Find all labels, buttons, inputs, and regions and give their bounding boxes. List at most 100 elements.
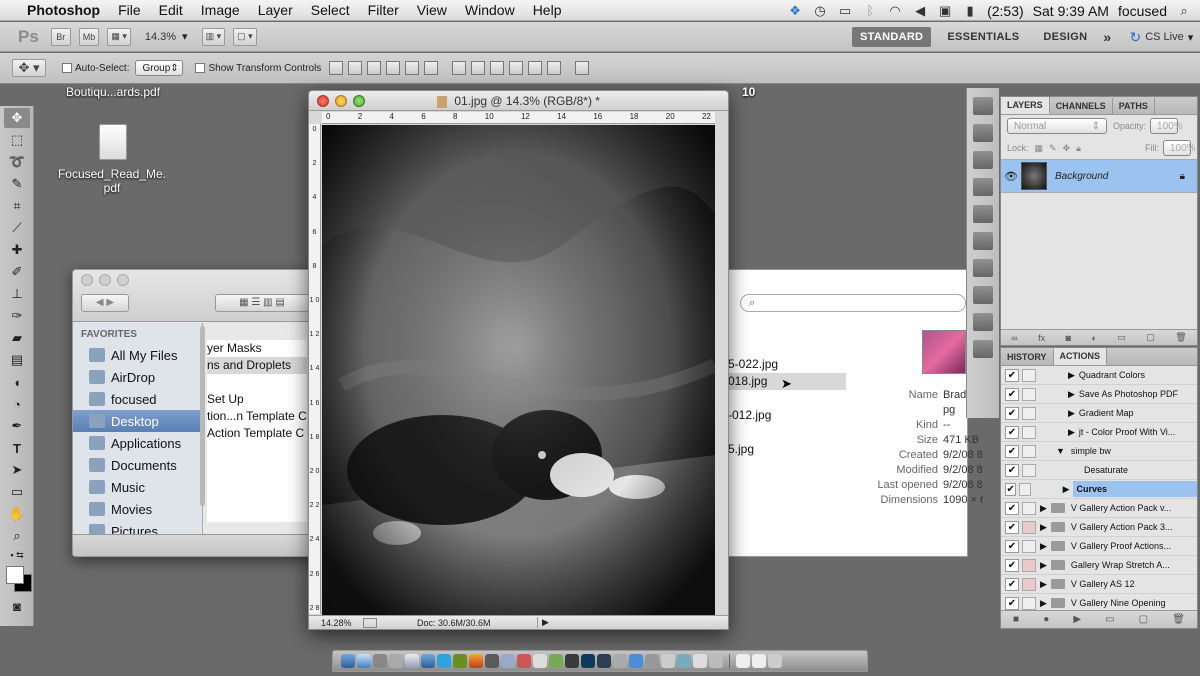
expand-arrow-icon[interactable]: ▶ [1040, 503, 1047, 514]
distribute-left-icon[interactable] [509, 61, 524, 75]
column-item[interactable]: yer Masks [207, 340, 307, 357]
blend-mode-dropdown[interactable]: Normal ⇕ [1007, 118, 1107, 134]
menu-help[interactable]: Help [524, 2, 571, 18]
dialog-toggle[interactable] [1022, 596, 1036, 610]
dock-app-icon[interactable] [421, 654, 435, 668]
dock-app-icon[interactable] [549, 654, 563, 668]
dock-trash-icon[interactable] [768, 654, 782, 668]
column-item[interactable]: Action Template C [207, 425, 307, 442]
battery-icon[interactable]: ▮ [962, 3, 978, 18]
cs-live-dropdown-icon[interactable]: ▾ [1188, 31, 1194, 44]
align-vcenter-icon[interactable] [348, 61, 363, 75]
file-row[interactable]: -012.jpg [728, 407, 846, 424]
workspace-essentials[interactable]: ESSENTIALS [939, 27, 1027, 47]
expand-arrow-icon[interactable]: ▶ [1040, 522, 1047, 533]
column-item[interactable] [207, 374, 307, 391]
dock-app-icon[interactable] [629, 654, 643, 668]
expand-arrow-icon[interactable]: ▶ [1040, 560, 1047, 571]
dock-mail-icon[interactable] [405, 654, 419, 668]
brush-tool-icon[interactable]: ✐ [4, 262, 30, 282]
sidebar-item-pictures[interactable]: Pictures [73, 520, 202, 535]
dock-firefox-icon[interactable] [469, 654, 483, 668]
toggle-checkbox[interactable]: ✔ [1005, 482, 1017, 496]
action-set-row[interactable]: ✔ ▶ V Gallery Action Pack v... [1001, 499, 1197, 518]
menu-edit[interactable]: Edit [150, 2, 192, 18]
dock-app-icon[interactable] [389, 654, 403, 668]
tab-history[interactable]: HISTORY [1001, 349, 1054, 365]
column-item[interactable]: tion...n Template C [207, 408, 307, 425]
dialog-toggle[interactable] [1022, 368, 1036, 382]
view-extras-button[interactable]: ▦ ▾ [107, 27, 131, 46]
align-left-icon[interactable] [386, 61, 401, 75]
action-row[interactable]: ✔ ▶ Quadrant Colors [1001, 366, 1197, 385]
dock-skype-icon[interactable] [437, 654, 451, 668]
display-icon[interactable]: ▭ [837, 3, 853, 18]
new-layer-icon[interactable]: ▢ [1146, 332, 1155, 343]
dock-safari-icon[interactable] [357, 654, 371, 668]
adjustments-icon[interactable] [973, 286, 993, 304]
column-item[interactable]: ns and Droplets [207, 357, 307, 374]
distribute-vcenter-icon[interactable] [471, 61, 486, 75]
show-transform-checkbox[interactable] [195, 63, 206, 73]
clone-source-icon[interactable] [973, 205, 993, 223]
distribute-right-icon[interactable] [547, 61, 562, 75]
expand-arrow-icon[interactable]: ▶ [1040, 541, 1047, 552]
spotlight-icon[interactable]: ⌕ [1176, 3, 1192, 18]
dock-app-icon[interactable] [677, 654, 691, 668]
action-set-row[interactable]: ✔ ▶ V Gallery Action Pack 3... [1001, 518, 1197, 537]
sidebar-item-all-my-files[interactable]: All My Files [73, 344, 202, 366]
tab-layers[interactable]: LAYERS [1001, 97, 1050, 114]
new-action-icon[interactable]: ▢ [1139, 614, 1148, 625]
status-menu-arrow-icon[interactable]: ▶ [537, 617, 549, 628]
zoom-level[interactable]: 14.3% [145, 31, 176, 43]
toggle-checkbox[interactable]: ✔ [1005, 539, 1019, 553]
action-row[interactable]: ✔ ▶ Save As Photoshop PDF [1001, 385, 1197, 404]
sidebar-item-music[interactable]: Music [73, 476, 202, 498]
desktop-file-readme[interactable]: Focused_Read_Me. pdf [52, 167, 172, 195]
status-preview-icon[interactable] [363, 617, 377, 628]
tab-channels[interactable]: CHANNELS [1050, 98, 1113, 114]
toggle-checkbox[interactable]: ✔ [1005, 577, 1019, 591]
app-menu[interactable]: Photoshop [18, 2, 109, 18]
arrange-documents-button[interactable]: ▥ ▾ [201, 27, 226, 46]
screen-mode-button[interactable]: ▢ ▾ [233, 27, 257, 46]
delete-layer-icon[interactable]: 🗑︎ [1175, 332, 1186, 343]
layer-row-background[interactable]: 👁︎ Background 🔒︎ [1001, 159, 1197, 193]
cs-live-icon[interactable]: ↻ [1129, 29, 1141, 46]
path-select-tool-icon[interactable]: ➤ [4, 460, 30, 480]
dock-app-icon[interactable] [709, 654, 723, 668]
dialog-toggle[interactable] [1022, 387, 1036, 401]
mini-bridge-icon[interactable] [973, 97, 993, 115]
bridge-button[interactable]: Br [50, 27, 71, 46]
wifi-icon[interactable]: ◠ [887, 3, 903, 18]
document-titlebar[interactable]: 01.jpg @ 14.3% (RGB/8*) * [309, 91, 728, 111]
doc-minimize-button[interactable] [335, 95, 347, 107]
cs-live-button[interactable]: CS Live [1145, 31, 1184, 43]
toggle-checkbox[interactable]: ✔ [1005, 463, 1019, 477]
zoom-status[interactable]: 14.28% [309, 618, 363, 628]
menu-image[interactable]: Image [192, 2, 249, 18]
record-icon[interactable]: ● [1043, 614, 1049, 625]
distribute-bottom-icon[interactable] [490, 61, 505, 75]
lock-all-icon[interactable]: 🔒︎ [1076, 143, 1081, 154]
action-set-row[interactable]: ✔ ▶ V Gallery AS 12 [1001, 575, 1197, 594]
toggle-checkbox[interactable]: ✔ [1005, 368, 1019, 382]
workspace-design[interactable]: DESIGN [1035, 27, 1095, 47]
menu-file[interactable]: File [109, 2, 150, 18]
align-bottom-icon[interactable] [367, 61, 382, 75]
action-row[interactable]: ✔ ▶ Gradient Map [1001, 404, 1197, 423]
sidebar-item-airdrop[interactable]: AirDrop [73, 366, 202, 388]
blur-tool-icon[interactable]: ◖ [4, 372, 30, 392]
auto-align-layers-icon[interactable] [575, 61, 590, 75]
finder-minimize-button[interactable] [99, 274, 111, 286]
lock-position-icon[interactable]: ✥ [1063, 143, 1071, 154]
sidebar-item-applications[interactable]: Applications [73, 432, 202, 454]
tab-paths[interactable]: PATHS [1113, 98, 1155, 114]
opacity-field[interactable]: 100% [1150, 118, 1183, 134]
toggle-checkbox[interactable]: ✔ [1005, 425, 1019, 439]
dock-finder-icon[interactable] [341, 654, 355, 668]
stop-icon[interactable]: ■ [1013, 614, 1019, 625]
visibility-eye-icon[interactable]: 👁︎ [1001, 170, 1021, 183]
finder-zoom-button[interactable] [117, 274, 129, 286]
action-row[interactable]: ✔ ▶ jt - Color Proof With Vi... [1001, 423, 1197, 442]
